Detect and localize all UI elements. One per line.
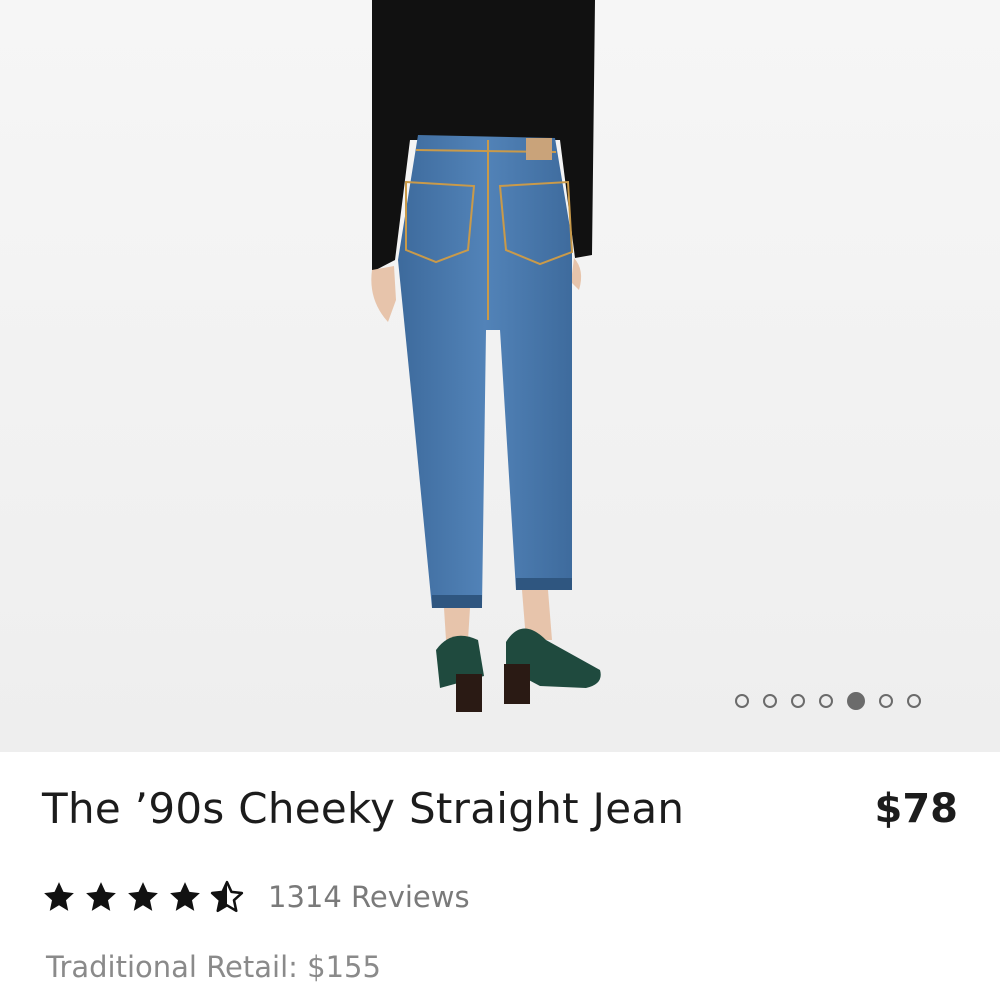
rating-row: 1314 Reviews [42,872,470,922]
star-icon [42,880,76,914]
model-illustration [0,0,1000,752]
star-icon [168,880,202,914]
star-icon [84,880,118,914]
retail-value: $155 [307,950,381,984]
carousel-dot-icon[interactable] [819,694,833,708]
star-rating[interactable] [42,880,244,914]
product-page: The ’90s Cheeky Straight Jean $78 1314 R… [0,0,1000,1000]
reviews-link[interactable]: 1314 Reviews [268,880,470,914]
traditional-retail: Traditional Retail: $155 [46,950,381,984]
carousel-dot-icon[interactable] [791,694,805,708]
carousel-dot-icon[interactable] [879,694,893,708]
carousel-dot-icon[interactable] [847,692,865,710]
star-icon [126,880,160,914]
retail-label: Traditional Retail: [46,950,308,984]
product-image[interactable] [0,0,1000,752]
carousel-dot-icon[interactable] [763,694,777,708]
product-title: The ’90s Cheeky Straight Jean [42,784,685,833]
carousel-dot-icon[interactable] [907,694,921,708]
half-star-icon [210,880,244,914]
product-price: $78 [874,786,959,832]
carousel-dot-icon[interactable] [735,694,749,708]
carousel-dots [735,692,921,710]
